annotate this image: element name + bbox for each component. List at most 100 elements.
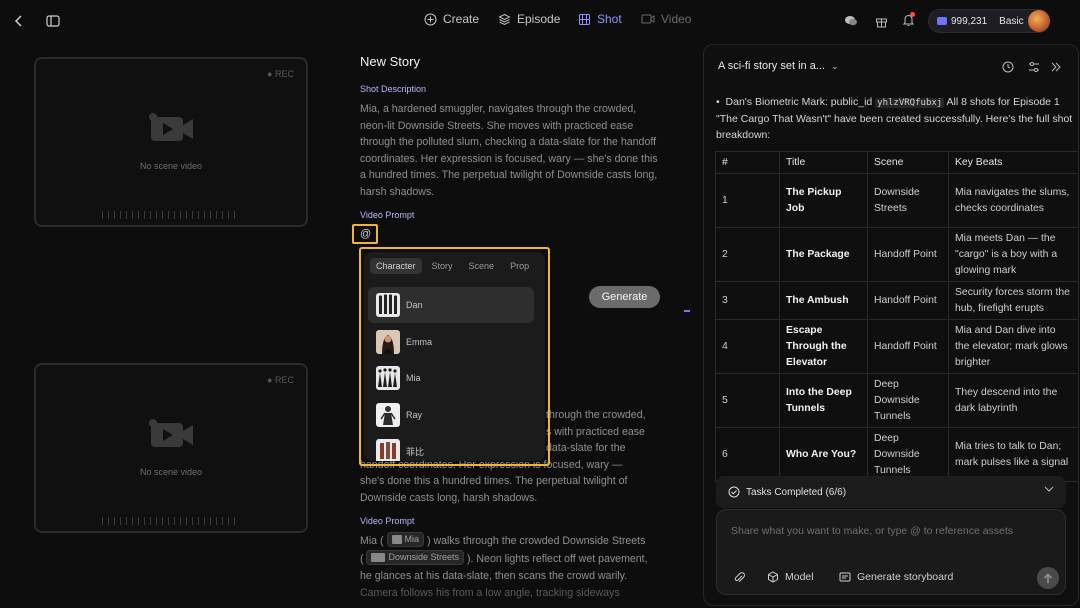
sidebar-toggle-icon[interactable] <box>44 12 62 30</box>
mention-item-label: Ray <box>406 410 423 420</box>
table-row: 2 The Package Handoff Point Mia meets Da… <box>715 227 1078 282</box>
video-prompt-input[interactable]: @ <box>352 224 378 244</box>
table-cell: Mia navigates the slums, checks coordina… <box>948 173 1078 228</box>
mention-item-label: 菲比 <box>406 446 425 457</box>
attach-button[interactable] <box>733 571 745 584</box>
nav-video-label: Video <box>661 12 692 26</box>
nav-episode-label: Episode <box>517 12 561 26</box>
nav-video[interactable]: Video <box>641 12 691 26</box>
assistant-message: • Dan's Biometric Mark: public_id yhlzVR… <box>716 94 1074 143</box>
character-thumbnail <box>376 293 400 317</box>
video-camera-icon <box>145 109 197 150</box>
tasks-completed-label: Tasks Completed (6/6) <box>746 486 847 498</box>
tab-story[interactable]: Story <box>426 258 459 274</box>
table-cell: Deep Downside Tunnels <box>867 373 949 428</box>
timeline-ticks <box>102 211 240 219</box>
scene-mention-chip[interactable]: Downside Streets <box>366 550 465 565</box>
bell-icon[interactable] <box>899 11 917 29</box>
chip-label: Mia <box>404 534 420 544</box>
mention-popup-highlight: Character Story Scene Prop Dan Emma Mia <box>359 247 550 466</box>
desc-line: she's done this a hundred times. The per… <box>360 475 628 488</box>
scene-preview-1: ● REC No scene video <box>34 57 308 227</box>
gift-icon[interactable] <box>872 12 890 30</box>
character-thumbnail <box>376 330 400 354</box>
film-grid-icon <box>579 13 590 25</box>
mention-tabs: Character Story Scene Prop <box>364 252 545 274</box>
cube-icon <box>768 571 778 583</box>
paperclip-icon <box>734 572 745 582</box>
tasks-completed-bar[interactable]: Tasks Completed (6/6) <box>716 476 1066 508</box>
model-button[interactable]: Model <box>767 571 814 583</box>
shot-description-label: Shot Description <box>360 84 427 94</box>
public-id-code: yhlzVRQfubxj <box>875 98 945 108</box>
character-thumbnail <box>376 439 400 461</box>
table-cell: Downside Streets <box>867 173 949 228</box>
table-cell: Mia and Dan dive into the elevator; mark… <box>948 319 1078 374</box>
tab-prop[interactable]: Prop <box>504 258 535 274</box>
table-cell: Handoff Point <box>867 319 949 374</box>
storyboard-icon <box>839 572 851 582</box>
settings-sliders-icon[interactable] <box>1026 59 1042 75</box>
layers-icon <box>498 13 511 25</box>
check-circle-icon <box>728 486 740 498</box>
table-cell: Handoff Point <box>867 281 949 320</box>
table-header: Title <box>779 151 868 174</box>
video-prompt-2-text[interactable]: Mia ( Mia ) walks through the crowded Do… <box>360 532 660 602</box>
mention-item-feibi[interactable]: 菲比 <box>368 433 534 461</box>
character-thumbnail <box>376 403 400 427</box>
plan-label: Basic <box>999 15 1024 27</box>
chat-title[interactable]: A sci-fi story set in a... ⌄ <box>718 60 839 72</box>
table-header: Scene <box>867 151 949 174</box>
no-scene-video-label: No scene video <box>139 467 203 477</box>
tab-character[interactable]: Character <box>370 258 422 274</box>
table-cell: Handoff Point <box>867 227 949 282</box>
table-cell: Deep Downside Tunnels <box>867 427 949 482</box>
send-button[interactable] <box>1037 567 1059 589</box>
timeline-ticks <box>102 517 240 525</box>
prompt-text: ( <box>360 553 364 565</box>
table-cell: 3 <box>715 281 780 320</box>
table-cell: 5 <box>715 373 780 428</box>
nav-episode[interactable]: Episode <box>498 12 560 26</box>
chevron-down-icon <box>1044 485 1054 496</box>
composer-input[interactable]: Share what you want to make, or type @ t… <box>731 525 1013 537</box>
mention-item-dan[interactable]: Dan <box>368 287 534 323</box>
table-cell: The Pickup Job <box>779 173 868 228</box>
tab-scene[interactable]: Scene <box>463 258 501 274</box>
scene-preview-2: ● REC No scene video <box>34 363 308 533</box>
no-scene-video-label: No scene video <box>139 161 203 171</box>
generate-button[interactable]: Generate <box>589 286 660 308</box>
mention-item-emma[interactable]: Emma <box>368 324 534 360</box>
shot-description-text[interactable]: Mia, a hardened smuggler, navigates thro… <box>360 101 660 201</box>
top-bar: Create Episode Shot Video 999,231 Basic <box>0 0 1080 42</box>
collapse-panel-icon[interactable] <box>1048 59 1064 75</box>
character-thumb-icon <box>391 535 402 544</box>
scene-thumb-icon <box>371 553 386 562</box>
nav-create[interactable]: Create <box>424 12 479 26</box>
credits-value: 999,231 <box>951 15 988 27</box>
character-mention-chip[interactable]: Mia <box>386 532 425 547</box>
generate-storyboard-button[interactable]: Generate storyboard <box>839 571 953 583</box>
character-thumbnail <box>376 366 400 390</box>
prompt-text: ). Neon lights reflect off wet pavement, <box>466 553 648 565</box>
mention-item-label: Dan <box>406 300 423 310</box>
arrow-up-icon <box>1044 573 1052 583</box>
mention-item-mia[interactable]: Mia <box>368 360 534 396</box>
table-header: # <box>715 151 780 174</box>
table-cell: The Package <box>779 227 868 282</box>
prompt-text: ) walks through the crowded Downside Str… <box>426 535 646 547</box>
table-cell: Who Are You? <box>779 427 868 482</box>
table-cell: They descend into the dark labyrinth <box>948 373 1078 428</box>
back-icon[interactable] <box>10 12 28 30</box>
notification-dot <box>910 12 915 17</box>
prompt-text: Camera follows his from a low angle, tra… <box>360 587 620 599</box>
history-icon[interactable] <box>1000 59 1016 75</box>
avatar[interactable] <box>1028 10 1050 32</box>
table-cell: 2 <box>715 227 780 282</box>
rec-indicator: ● REC <box>267 69 294 79</box>
chat-icon[interactable] <box>842 12 860 30</box>
table-row: 5 Into the Deep Tunnels Deep Downside Tu… <box>715 373 1078 428</box>
nav-shot[interactable]: Shot <box>578 12 622 26</box>
mention-item-ray[interactable]: Ray <box>368 397 534 433</box>
table-header: Key Beats <box>948 151 1078 174</box>
